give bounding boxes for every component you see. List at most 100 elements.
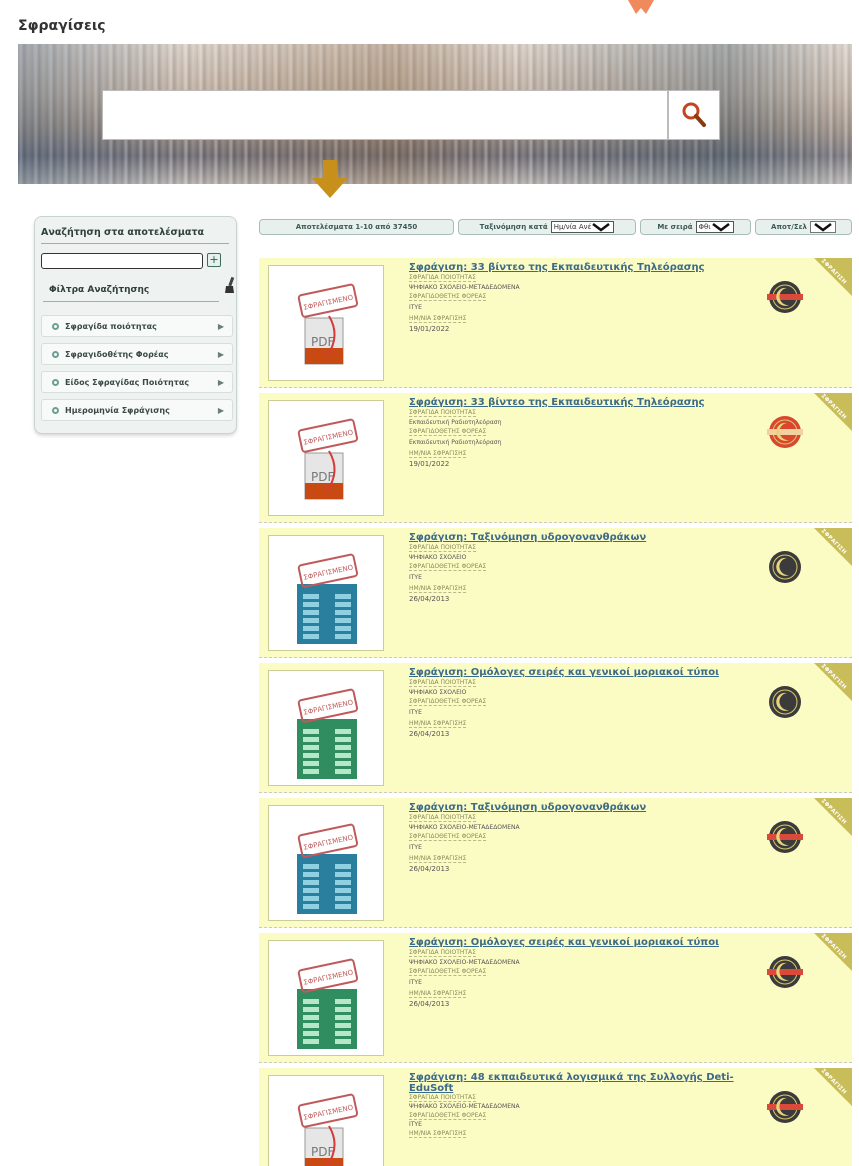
search-input[interactable] bbox=[102, 90, 668, 140]
quality-seal-badge-icon bbox=[767, 281, 803, 313]
order-select[interactable]: Φθι bbox=[695, 221, 734, 233]
filter-seal-type[interactable]: Είδος Σφραγίδας Ποιότητας ▶ bbox=[41, 371, 233, 393]
result-title-link[interactable]: Σφράγιση: Ταξινόμηση υδρογονανθράκων bbox=[409, 802, 749, 813]
magnifier-icon bbox=[682, 102, 706, 127]
order-control: Με σειρά Φθι bbox=[640, 219, 751, 235]
sort-by-select[interactable]: Ημ/νία Ανέ bbox=[550, 221, 615, 233]
result-thumbnail[interactable]: PDF ΣΦΡΑΓΙΣΜΕΝΟ bbox=[268, 265, 384, 381]
down-arrow-icon bbox=[312, 160, 348, 198]
filter-quality-seal[interactable]: Σφραγίδα ποιότητας ▶ bbox=[41, 315, 233, 337]
agency-value: ΙΤΥΕ bbox=[409, 304, 422, 311]
agency-value: ΙΤΥΕ bbox=[409, 574, 422, 581]
result-thumbnail[interactable]: ΣΦΡΑΓΙΣΜΕΝΟ bbox=[268, 805, 384, 921]
quality-seal-badge-icon bbox=[767, 416, 803, 448]
result-thumbnail[interactable]: ΣΦΡΑΓΙΣΜΕΝΟ bbox=[268, 940, 384, 1056]
result-item[interactable]: PDF ΣΦΡΑΓΙΣΜΕΝΟ Σφράγιση: 33 βίντεο της … bbox=[259, 258, 852, 388]
seal-value: Εκπαιδευτική Ραδιοτηλεόραση bbox=[409, 419, 502, 426]
order-value: Φθι bbox=[698, 223, 711, 231]
date-label: ΗΜ/ΝΙΑ ΣΦΡΑΓΙΣΗΣ bbox=[409, 1130, 467, 1138]
result-title-link[interactable]: Σφράγιση: 33 βίντεο της Εκπαιδευτικής Τη… bbox=[409, 397, 749, 408]
seal-label: ΣΦΡΑΓΙΔΑ ΠΟΙΟΤΗΤΑΣ bbox=[409, 1094, 476, 1102]
order-label: Με σειρά bbox=[657, 223, 693, 231]
refine-search-input[interactable] bbox=[41, 253, 203, 269]
seal-value: ΨΗΦΙΑΚΟ ΣΧΟΛΕΙΟ bbox=[409, 689, 467, 696]
agency-value: ΙΤΥΕ bbox=[409, 979, 422, 986]
seal-label: ΣΦΡΑΓΙΔΑ ΠΟΙΟΤΗΤΑΣ bbox=[409, 679, 476, 687]
chevron-right-icon: ▶ bbox=[217, 350, 224, 359]
seal-label: ΣΦΡΑΓΙΔΑ ΠΟΙΟΤΗΤΑΣ bbox=[409, 409, 476, 417]
sidebar-title: Αναζήτηση στα αποτελέσματα bbox=[41, 227, 205, 238]
result-item[interactable]: ΣΦΡΑΓΙΣΜΕΝΟ Σφράγιση: Ομόλογες σειρές κα… bbox=[259, 933, 852, 1063]
quality-seal-badge-icon bbox=[767, 821, 803, 853]
stamp-text: ΣΦΡΑΓΙΣΜΕΝΟ bbox=[303, 833, 355, 851]
stamp-text: ΣΦΡΑΓΙΣΜΕΝΟ bbox=[303, 293, 355, 311]
per-page-control: Αποτ/Σελ bbox=[755, 219, 852, 235]
result-title-link[interactable]: Σφράγιση: 48 εκπαιδευτικά λογισμικά της … bbox=[409, 1072, 749, 1094]
filter-label: Ημερομηνία Σφράγισης bbox=[65, 405, 170, 415]
result-thumbnail[interactable]: PDF ΣΦΡΑΓΙΣΜΕΝΟ bbox=[268, 1075, 384, 1166]
results-count-label: Αποτελέσματα 1-10 από 37450 bbox=[295, 223, 418, 231]
bullet-icon bbox=[52, 322, 59, 330]
agency-label: ΣΦΡΑΓΙΔΟΘΕΤΗΣ ΦΟΡΕΑΣ bbox=[409, 833, 487, 841]
seal-value: ΨΗΦΙΑΚΟ ΣΧΟΛΕΙΟ bbox=[409, 554, 467, 561]
agency-label: ΣΦΡΑΓΙΔΟΘΕΤΗΣ ΦΟΡΕΑΣ bbox=[409, 428, 487, 436]
result-thumbnail[interactable]: PDF ΣΦΡΑΓΙΣΜΕΝΟ bbox=[268, 400, 384, 516]
stamp-text: ΣΦΡΑΓΙΣΜΕΝΟ bbox=[303, 968, 355, 986]
date-value: 19/01/2022 bbox=[409, 460, 450, 468]
search-button[interactable] bbox=[668, 90, 720, 140]
chevron-down-icon bbox=[814, 223, 832, 232]
date-value: 26/04/2013 bbox=[409, 865, 450, 873]
result-thumbnail[interactable]: ΣΦΡΑΓΙΣΜΕΝΟ bbox=[268, 670, 384, 786]
result-item[interactable]: PDF ΣΦΡΑΓΙΣΜΕΝΟ Σφράγιση: 48 εκπαιδευτικ… bbox=[259, 1068, 852, 1166]
seal-label: ΣΦΡΑΓΙΔΑ ΠΟΙΟΤΗΤΑΣ bbox=[409, 544, 476, 552]
result-item[interactable]: ΣΦΡΑΓΙΣΜΕΝΟ Σφράγιση: Ομόλογες σειρές κα… bbox=[259, 663, 852, 793]
top-marker-icon bbox=[628, 0, 654, 14]
stamp-text: ΣΦΡΑΓΙΣΜΕΝΟ bbox=[303, 428, 355, 446]
bullet-icon bbox=[52, 378, 59, 386]
chevron-right-icon: ▶ bbox=[217, 406, 224, 415]
seal-value: ΨΗΦΙΑΚΟ ΣΧΟΛΕΙΟ-ΜΕΤΑΔΕΔΟΜΕΝΑ bbox=[409, 959, 520, 966]
quality-seal-badge-icon bbox=[769, 686, 801, 718]
date-value: 26/04/2013 bbox=[409, 730, 450, 738]
result-item[interactable]: PDF ΣΦΡΑΓΙΣΜΕΝΟ Σφράγιση: 33 βίντεο της … bbox=[259, 393, 852, 523]
divider bbox=[43, 301, 219, 302]
add-filter-button[interactable]: + bbox=[207, 253, 221, 267]
quality-seal-badge-icon bbox=[767, 956, 803, 988]
result-item[interactable]: ΣΦΡΑΓΙΣΜΕΝΟ Σφράγιση: Ταξινόμηση υδρογον… bbox=[259, 528, 852, 658]
result-title-link[interactable]: Σφράγιση: Ομόλογες σειρές και γενικοί μο… bbox=[409, 667, 749, 678]
page-title: Σφραγίσεις bbox=[18, 18, 106, 34]
agency-label: ΣΦΡΑΓΙΔΟΘΕΤΗΣ ΦΟΡΕΑΣ bbox=[409, 698, 487, 706]
agency-value: ΙΤΥΕ bbox=[409, 709, 422, 716]
result-title-link[interactable]: Σφράγιση: Ομόλογες σειρές και γενικοί μο… bbox=[409, 937, 749, 948]
agency-label: ΣΦΡΑΓΙΔΟΘΕΤΗΣ ΦΟΡΕΑΣ bbox=[409, 968, 487, 976]
stamp-text: ΣΦΡΑΓΙΣΜΕΝΟ bbox=[303, 563, 355, 581]
seal-label: ΣΦΡΑΓΙΔΑ ΠΟΙΟΤΗΤΑΣ bbox=[409, 949, 476, 957]
date-value: 19/01/2022 bbox=[409, 325, 450, 333]
agency-label: ΣΦΡΑΓΙΔΟΘΕΤΗΣ ΦΟΡΕΑΣ bbox=[409, 563, 487, 571]
per-page-select[interactable] bbox=[809, 221, 836, 233]
per-page-label: Αποτ/Σελ bbox=[771, 223, 807, 231]
agency-label: ΣΦΡΑΓΙΔΟΘΕΤΗΣ ΦΟΡΕΑΣ bbox=[409, 1112, 487, 1120]
divider bbox=[41, 243, 229, 244]
result-thumbnail[interactable]: ΣΦΡΑΓΙΣΜΕΝΟ bbox=[268, 535, 384, 651]
seal-label: ΣΦΡΑΓΙΔΑ ΠΟΙΟΤΗΤΑΣ bbox=[409, 274, 476, 282]
result-item[interactable]: ΣΦΡΑΓΙΣΜΕΝΟ Σφράγιση: Ταξινόμηση υδρογον… bbox=[259, 798, 852, 928]
agency-label: ΣΦΡΑΓΙΔΟΘΕΤΗΣ ΦΟΡΕΑΣ bbox=[409, 293, 487, 301]
result-title-link[interactable]: Σφράγιση: 33 βίντεο της Εκπαιδευτικής Τη… bbox=[409, 262, 749, 273]
quality-seal-badge-icon bbox=[767, 1091, 803, 1123]
chevron-right-icon: ▶ bbox=[217, 378, 224, 387]
search-sidebar: Αναζήτηση στα αποτελέσματα + Φίλτρα Αναζ… bbox=[34, 216, 237, 434]
sort-by-value: Ημ/νία Ανέ bbox=[553, 223, 592, 231]
filter-seal-date[interactable]: Ημερομηνία Σφράγισης ▶ bbox=[41, 399, 233, 421]
agency-value: ΙΤΥΕ bbox=[409, 844, 422, 851]
sort-by-label: Ταξινόμηση κατά bbox=[479, 223, 548, 231]
result-title-link[interactable]: Σφράγιση: Ταξινόμηση υδρογονανθράκων bbox=[409, 532, 749, 543]
filter-sealing-agency[interactable]: Σφραγιδοθέτης Φορέας ▶ bbox=[41, 343, 233, 365]
clear-filters-brush-icon[interactable] bbox=[225, 277, 235, 293]
quality-seal-badge-icon bbox=[769, 551, 801, 583]
chevron-down-icon bbox=[592, 223, 611, 232]
bullet-icon bbox=[52, 406, 59, 414]
seal-value: ΨΗΦΙΑΚΟ ΣΧΟΛΕΙΟ-ΜΕΤΑΔΕΔΟΜΕΝΑ bbox=[409, 824, 520, 831]
chevron-right-icon: ▶ bbox=[217, 322, 224, 331]
date-label: ΗΜ/ΝΙΑ ΣΦΡΑΓΙΣΗΣ bbox=[409, 990, 467, 998]
